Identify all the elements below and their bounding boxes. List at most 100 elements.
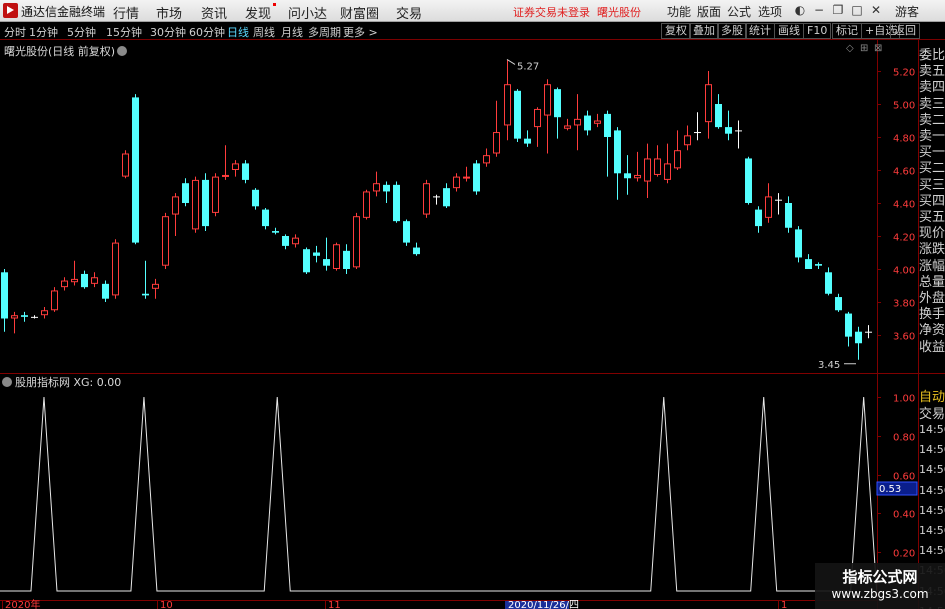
candle-body [674, 150, 681, 169]
candle-body [323, 259, 330, 266]
indicator-tick-label: 0.80 [893, 433, 915, 444]
menu-hangqing[interactable]: 行情 [113, 3, 139, 22]
price-tick-label: 3.60 [893, 332, 915, 343]
app-logo-icon [3, 3, 18, 18]
candle-body [604, 113, 611, 137]
candle-body [343, 250, 350, 269]
candle-body [534, 108, 541, 128]
date-label: 10 [160, 600, 173, 609]
candle-body [514, 90, 521, 139]
candle-body [403, 221, 410, 243]
candle-body [222, 174, 229, 177]
notification-dot-icon [273, 3, 277, 6]
candle-body [202, 179, 209, 227]
maximize-icon[interactable]: □ [850, 3, 864, 17]
period-60min[interactable]: 60分钟 [189, 24, 225, 40]
menu-banmian[interactable]: 版面 [697, 3, 721, 20]
chart-area[interactable]: 5.20 5.00 4.80 4.60 4.40 4.20 4.00 3.80 3.60 1.00… [0, 40, 945, 609]
candle-body [443, 188, 450, 207]
period-more[interactable]: 更多 > [343, 24, 378, 40]
period-daily[interactable]: 日线 [227, 24, 249, 40]
date-label: 1 [781, 600, 787, 609]
candle-body [433, 196, 440, 198]
period-monthly[interactable]: 月线 [281, 24, 303, 40]
title-bar: 通达信金融终端 行情 市场 资讯 发现 问小达 财富圈 交易 证券交易未登录 曙… [0, 0, 945, 22]
price-tick-label: 4.40 [893, 200, 915, 211]
diamond-icon[interactable]: ◇ [846, 43, 854, 54]
mark-button[interactable]: 标记 [832, 23, 862, 39]
candle-body [373, 183, 380, 192]
login-alert[interactable]: 证券交易未登录 曙光股份 [513, 4, 641, 20]
candle-body [303, 249, 310, 273]
candle-body [735, 130, 742, 132]
candle-body [102, 283, 109, 299]
candle-body [634, 174, 641, 179]
period-multi[interactable]: 多周期 [308, 24, 341, 40]
period-30min[interactable]: 30分钟 [150, 24, 186, 40]
menu-gongneng[interactable]: 功能 [667, 3, 691, 20]
menu-wenxiaoda[interactable]: 问小达 [288, 3, 327, 22]
trade-label: 交易 [919, 407, 945, 422]
candle-body [363, 191, 370, 218]
restore-icon[interactable]: ❐ [831, 3, 845, 17]
chart-settings-icon[interactable] [117, 46, 128, 56]
skin-icon[interactable]: ◐ [793, 3, 807, 17]
candle-body [91, 277, 98, 284]
back-button[interactable]: 返回 [890, 23, 920, 39]
menu-shichang[interactable]: 市场 [156, 3, 182, 22]
f10-button[interactable]: F10 [803, 23, 832, 39]
candle-body [142, 293, 149, 296]
period-5min[interactable]: 5分钟 [67, 24, 96, 40]
candle-body [232, 163, 239, 171]
candle-body [835, 297, 842, 311]
candle-body [333, 244, 340, 269]
draw-line-button[interactable]: 画线 [774, 23, 804, 39]
multi-stock-button[interactable]: 多股 [717, 23, 747, 39]
period-fenshi[interactable]: 分时 [4, 24, 26, 40]
guest-label[interactable]: 游客 [895, 3, 919, 20]
indicator-tick-label: 0.60 [893, 472, 915, 483]
stock-link[interactable]: 曙光股份 [597, 6, 641, 19]
period-1min[interactable]: 1分钟 [29, 24, 58, 40]
menu-faxian[interactable]: 发现 [245, 3, 277, 22]
price-tick-label: 5.00 [893, 101, 915, 112]
candle-body [574, 118, 581, 126]
candle-body [725, 127, 732, 134]
candle-body [715, 104, 722, 128]
menu-caifuquan[interactable]: 财富圈 [340, 3, 379, 22]
kline-chart[interactable]: 5.20 5.00 4.80 4.60 4.40 4.20 4.00 3.80 3.60 1.00… [0, 40, 945, 609]
minimize-icon[interactable]: − [812, 3, 826, 17]
date-label: 11 [328, 600, 341, 609]
menu-zixun[interactable]: 资讯 [201, 3, 227, 22]
candle-body [594, 120, 601, 124]
indicator-settings-icon[interactable] [2, 377, 12, 387]
candle-body [11, 315, 18, 319]
period-weekly[interactable]: 周线 [253, 24, 275, 40]
candle-body [192, 179, 199, 230]
candle-body [21, 315, 28, 317]
statistics-button[interactable]: 统计 [745, 23, 775, 39]
menu-gongshi[interactable]: 公式 [727, 3, 751, 20]
expand-icon[interactable]: ⊞ [860, 43, 868, 54]
quote-panel: 委比 卖五 卖四 卖三 卖二 卖一 买一 买二 买三 买四 买五 现价 涨跌 涨幅 总量 外盘 换手 净资 收益 [918, 40, 945, 373]
menu-jiaoyi[interactable]: 交易 [396, 3, 422, 22]
candle-body [262, 209, 269, 227]
close-panel-icon[interactable]: ⊠ [874, 43, 882, 54]
candle-body [272, 231, 279, 233]
fuquan-button[interactable]: 复权 [661, 23, 691, 39]
candle-body [353, 216, 360, 268]
candle-body [393, 184, 400, 222]
candle-body [172, 196, 179, 215]
candle-body [644, 158, 651, 182]
close-icon[interactable]: ✕ [869, 3, 883, 17]
menu-xuanxiang[interactable]: 选项 [758, 3, 782, 20]
low-marker-label: 3.45 [818, 360, 840, 371]
trade-time: 14:56 [919, 443, 945, 457]
period-15min[interactable]: 15分钟 [106, 24, 142, 40]
price-tick-label: 4.20 [893, 233, 915, 244]
candle-body [1, 272, 8, 319]
candle-body [453, 176, 460, 189]
overlay-button[interactable]: 叠加 [689, 23, 719, 39]
candle-body [282, 236, 289, 246]
candle-body [745, 158, 752, 203]
